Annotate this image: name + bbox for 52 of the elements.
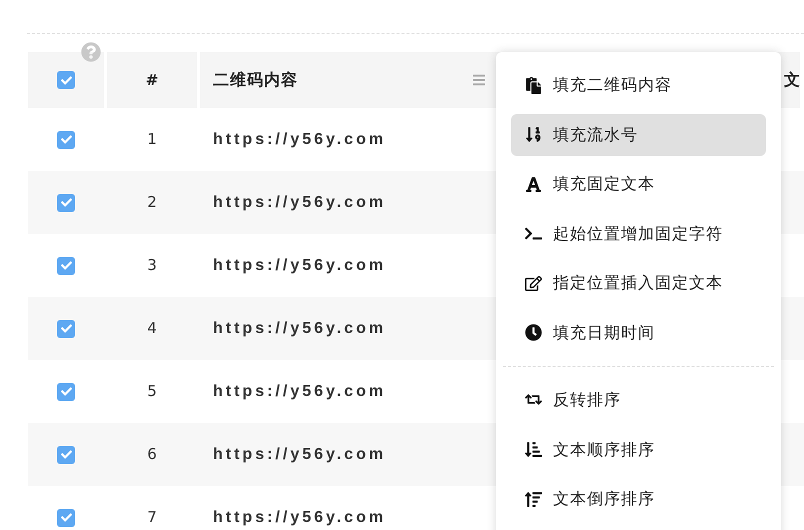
clock-icon (525, 324, 542, 342)
check-icon (60, 449, 72, 460)
check-icon (60, 512, 72, 523)
check-icon (60, 74, 72, 86)
menu-item[interactable]: 指定位置插入固定文本 (511, 262, 766, 304)
check-icon (60, 386, 72, 397)
column-header: # (107, 52, 197, 108)
index-cell-text: 1 (146, 129, 158, 150)
checkbox[interactable] (57, 320, 75, 338)
checkbox[interactable] (57, 446, 75, 464)
menu-item[interactable]: 填充日期时间 (511, 312, 766, 354)
checkbox[interactable] (57, 382, 75, 400)
edit-icon (525, 274, 542, 292)
url-text: https://y56y.com (213, 382, 386, 402)
index-cell-text: 7 (146, 507, 158, 528)
terminal-icon (525, 225, 542, 242)
checkbox[interactable] (57, 508, 75, 526)
url-text: https://y56y.com (213, 318, 386, 338)
index-cell-text: 4 (146, 318, 158, 340)
menu-item[interactable]: 反转排序 (511, 378, 766, 421)
checkbox[interactable] (57, 130, 75, 148)
letter-icon (525, 176, 542, 193)
check-icon (60, 260, 72, 271)
url-text: https://y56y.com (213, 444, 386, 464)
checkbox[interactable] (57, 194, 75, 212)
sort-ascending-icon (525, 441, 542, 458)
index-cell-text: 6 (146, 444, 158, 466)
index-cell-text: 5 (146, 381, 158, 402)
menu-icon[interactable] (473, 73, 485, 87)
menu-item[interactable]: 起始位置增加固定字符 (511, 212, 766, 255)
sort-numeric-icon (525, 126, 542, 144)
sort-descending-icon (525, 490, 542, 508)
checkbox[interactable] (57, 256, 75, 274)
menu-item[interactable]: 填充二维码内容 (511, 64, 766, 106)
check-icon (60, 323, 72, 334)
menu-item[interactable]: 文本顺序排序 (511, 428, 766, 471)
menu-item[interactable]: 文本倒序排序 (511, 478, 766, 520)
url-text: https://y56y.com (213, 256, 386, 276)
checkbox[interactable] (57, 71, 75, 89)
check-icon (60, 134, 72, 145)
help-icon[interactable] (81, 42, 101, 62)
paste-icon (525, 76, 542, 94)
column-header: 文 (784, 69, 800, 91)
index-cell-text: 3 (146, 255, 158, 276)
index-cell-text: 2 (146, 192, 158, 214)
url-text: https://y56y.com (213, 130, 386, 150)
url-text: https://y56y.com (213, 192, 386, 212)
menu-item[interactable]: 填充流水号 (511, 114, 766, 156)
menu-item[interactable]: 填充固定文本 (511, 163, 766, 206)
check-icon (60, 197, 72, 208)
url-text: https://y56y.com (213, 508, 386, 528)
column-header: 二维码内容 (213, 69, 298, 91)
